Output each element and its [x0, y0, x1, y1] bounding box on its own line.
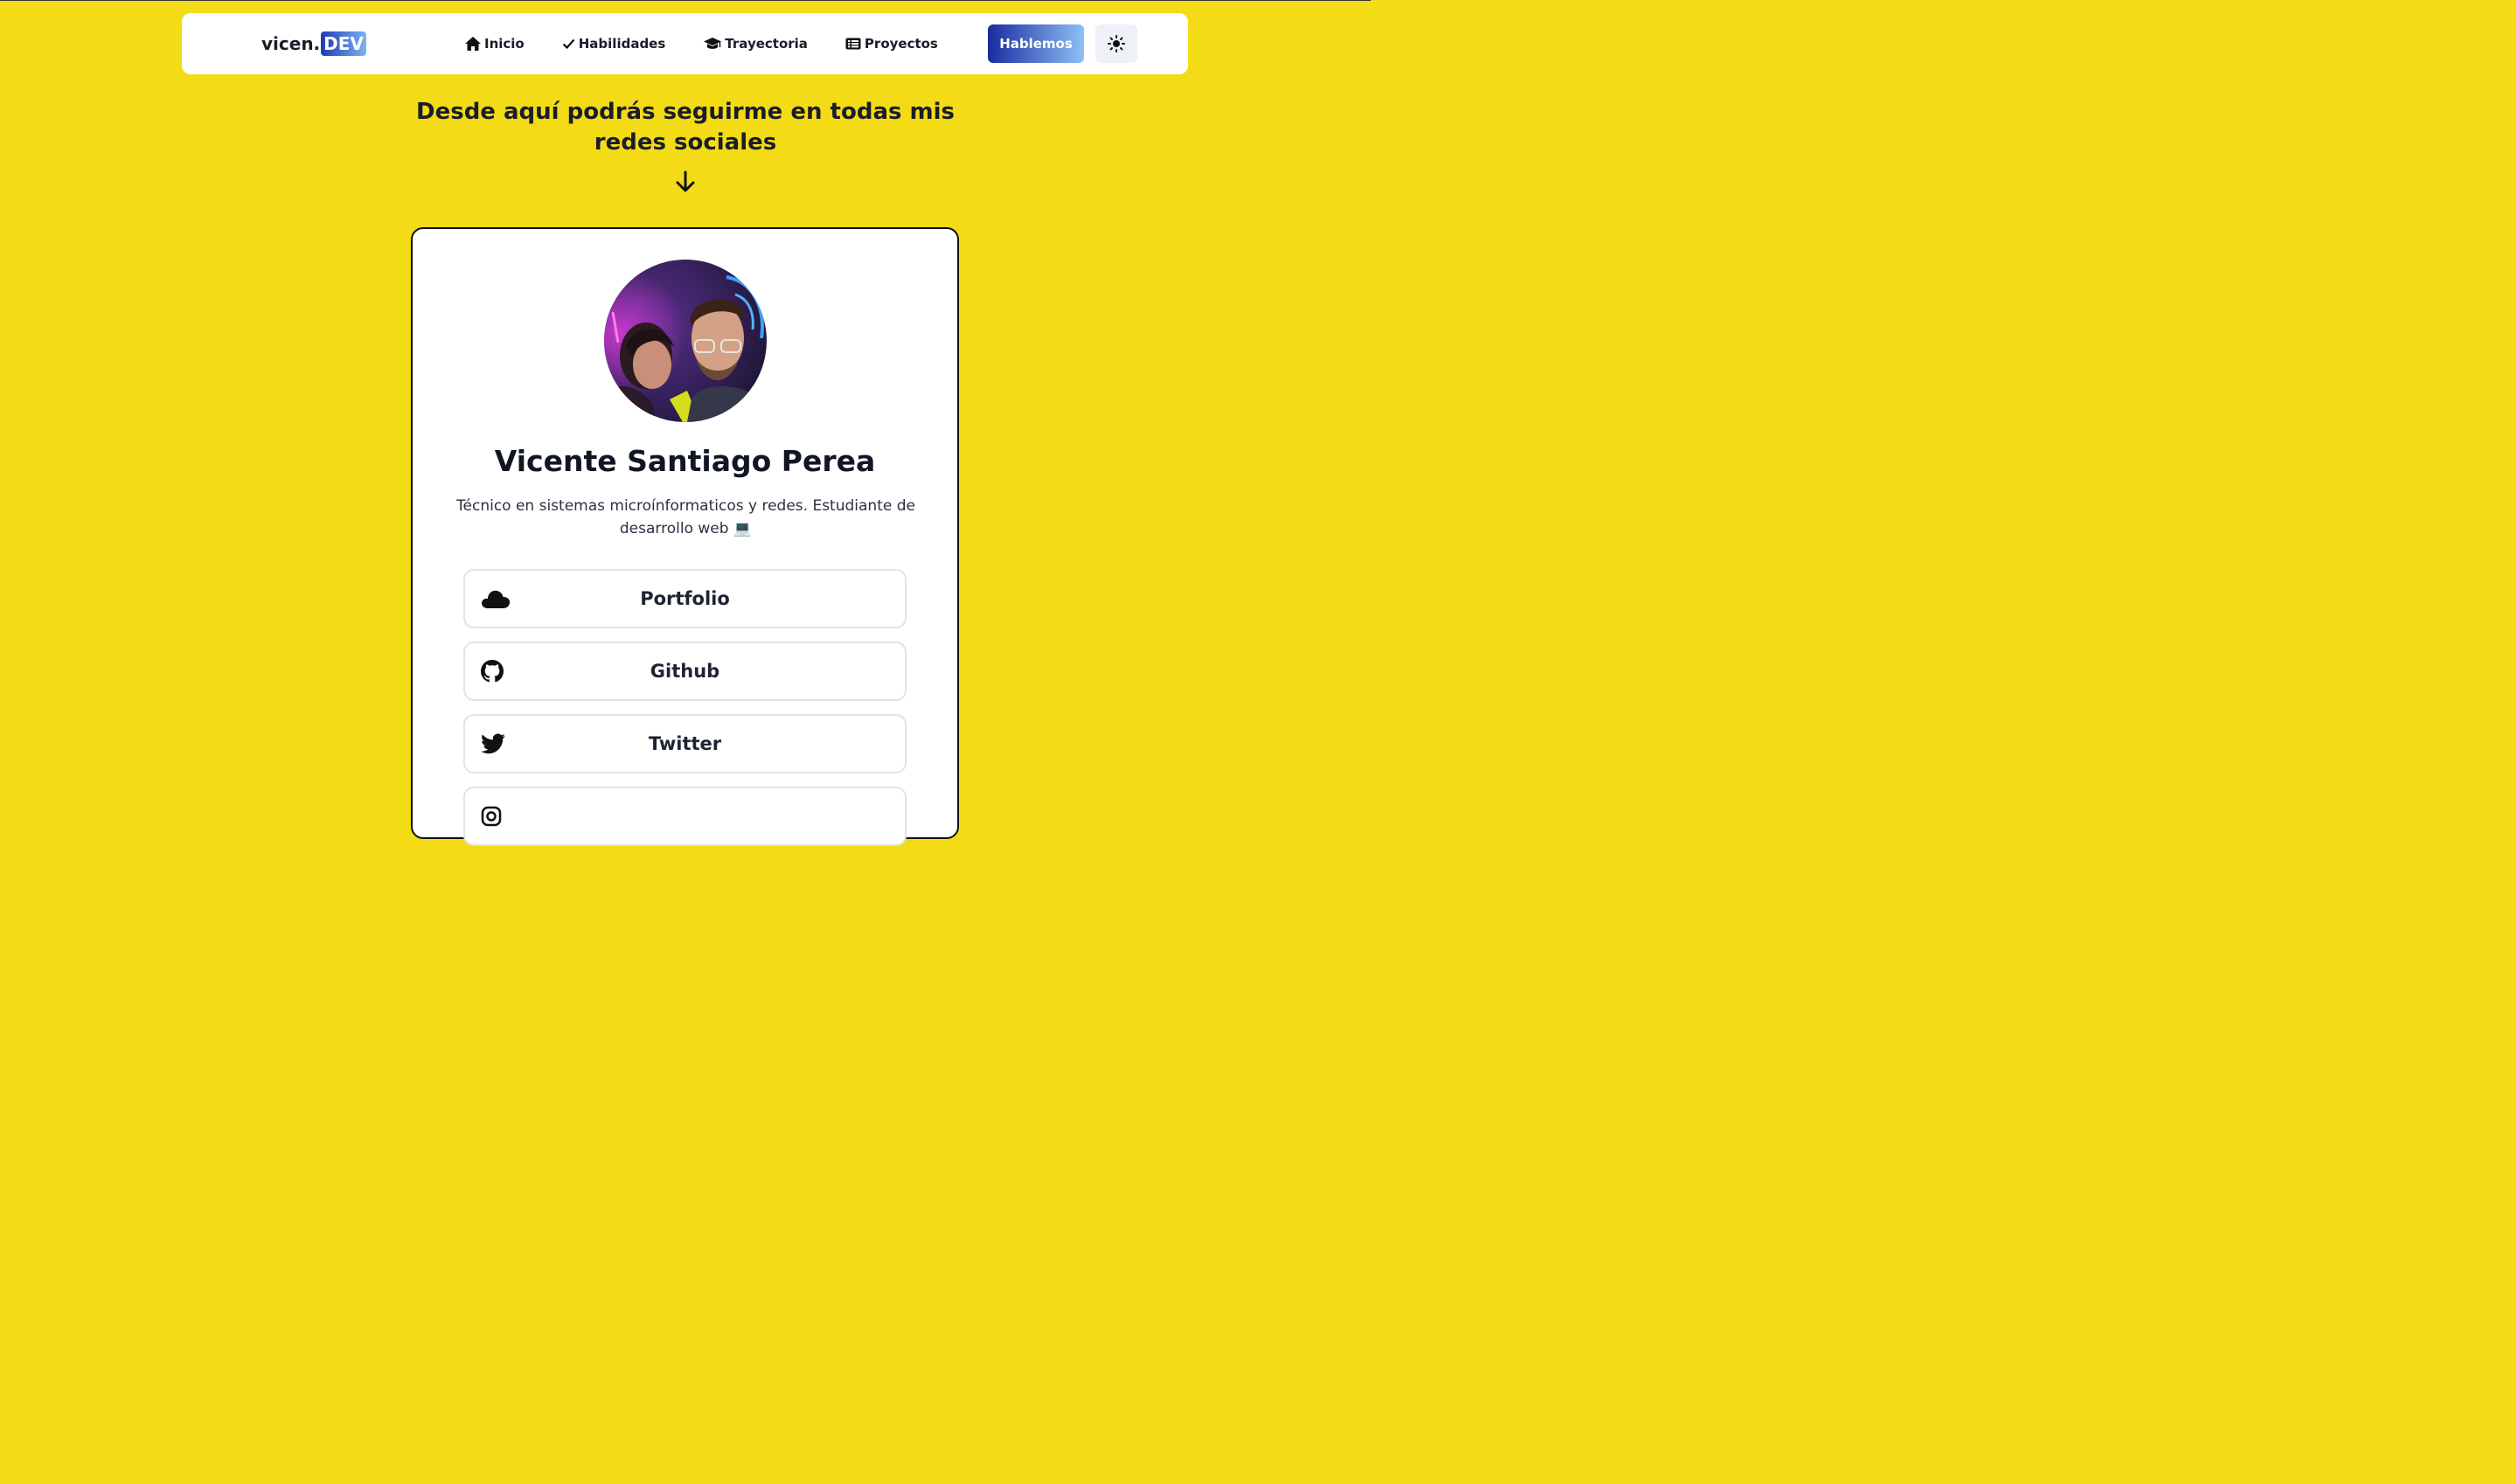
theme-toggle-button[interactable]: [1095, 24, 1137, 63]
instagram-icon: [481, 806, 502, 827]
list-icon: [845, 38, 861, 50]
logo-text: vicen.: [261, 33, 321, 54]
home-icon: [465, 37, 481, 51]
cloud-icon: [481, 588, 511, 609]
nav-item-habilidades[interactable]: Habilidades: [562, 34, 666, 53]
link-label: Portfolio: [640, 588, 730, 609]
nav-item-label: Inicio: [484, 36, 525, 52]
nav-item-trayectoria[interactable]: Trayectoria: [704, 34, 808, 53]
github-icon: [481, 660, 504, 683]
link-label: Github: [650, 661, 720, 682]
github-link-button[interactable]: Github: [463, 641, 907, 701]
logo[interactable]: vicen. DEV: [261, 31, 366, 56]
nav-item-inicio[interactable]: Inicio: [465, 34, 525, 53]
arrow-down-icon: [676, 170, 695, 192]
social-headline: Desde aquí podrás seguirme en todas mis …: [416, 99, 955, 156]
check-icon: [562, 38, 575, 50]
graduation-cap-icon: [704, 38, 722, 49]
twitter-icon: [481, 733, 505, 754]
profile-name: Vicente Santiago Perea: [494, 444, 876, 478]
logo-badge: DEV: [321, 31, 366, 56]
portfolio-link-button[interactable]: Portfolio: [463, 569, 907, 628]
profile-avatar: [604, 260, 767, 422]
link-label: Twitter: [648, 733, 722, 754]
sun-icon: [1108, 35, 1125, 52]
profile-bio: Técnico en sistemas microínformaticos y …: [456, 497, 915, 537]
next-link-button[interactable]: [463, 787, 907, 846]
twitter-link-button[interactable]: Twitter: [463, 714, 907, 773]
nav-item-proyectos[interactable]: Proyectos: [845, 34, 938, 53]
hablemos-button[interactable]: Hablemos: [988, 24, 1084, 63]
nav-item-label: Proyectos: [864, 36, 938, 52]
nav-item-label: Habilidades: [578, 36, 666, 52]
navbar: vicen. DEV Inicio Habilidades Trayectori…: [182, 13, 1188, 74]
profile-card: Vicente Santiago Perea Técnico en sistem…: [411, 227, 959, 846]
profile-photo: [604, 260, 767, 422]
nav-item-label: Trayectoria: [725, 36, 808, 52]
nav-links: Inicio Habilidades Trayectoria Proyectos: [465, 34, 938, 53]
